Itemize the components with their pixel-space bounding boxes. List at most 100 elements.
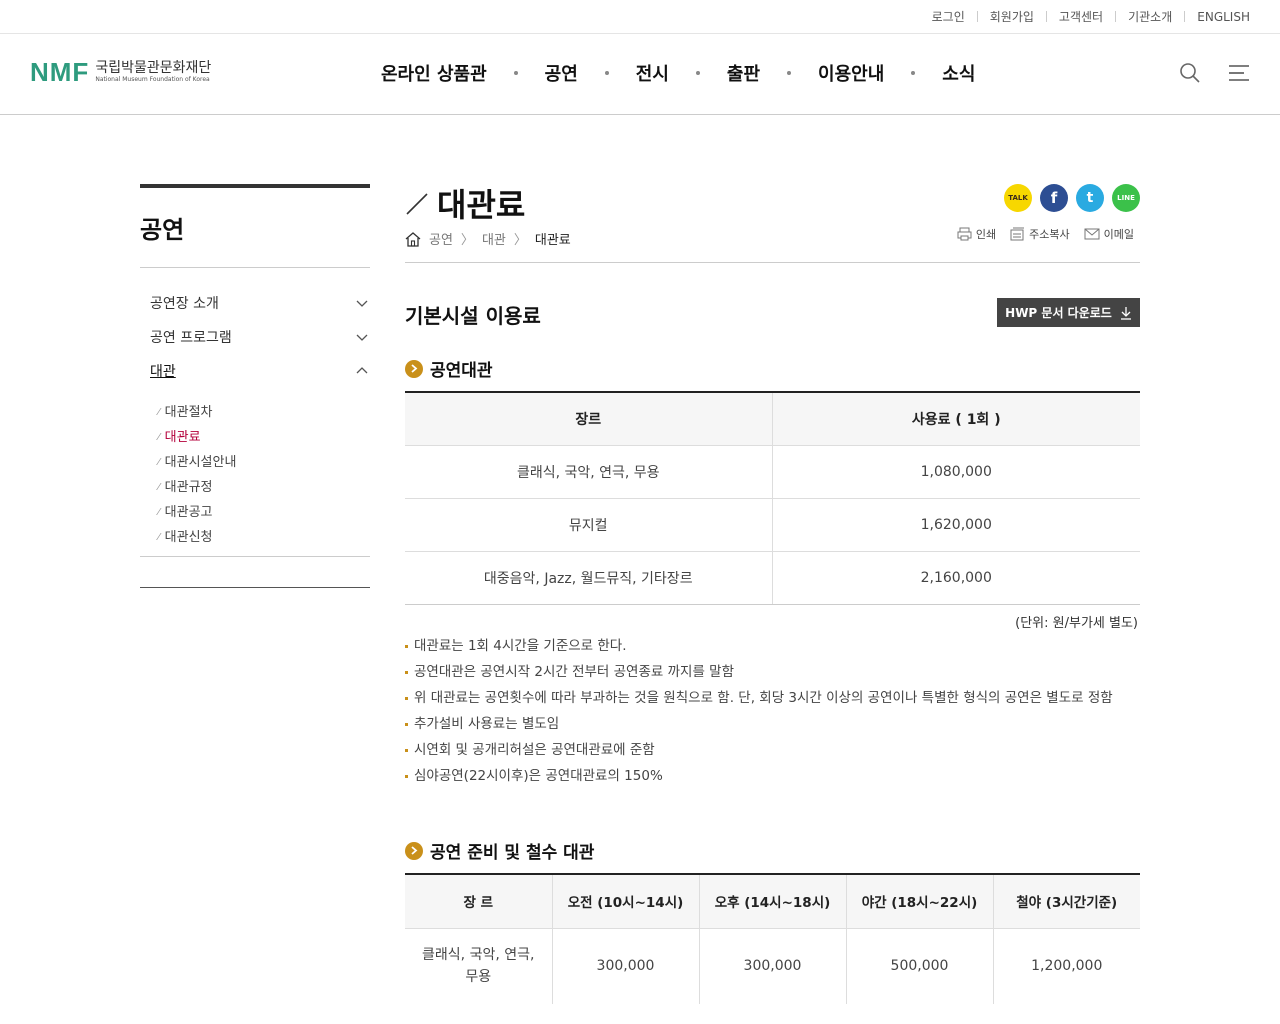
- print-button[interactable]: 인쇄: [957, 226, 996, 242]
- side-item-label: 공연장 소개: [150, 296, 219, 312]
- notes-list: 대관료는 1회 4시간을 기준으로 한다. 공연대관은 공연시작 2시간 전부터…: [405, 636, 1140, 792]
- hwp-download-label: HWP 문서 다운로드: [1005, 306, 1112, 320]
- search-icon[interactable]: [1179, 62, 1201, 84]
- sub-item-apply[interactable]: ⁄ 대관신청: [158, 525, 370, 550]
- nav-performance[interactable]: 공연: [545, 60, 578, 86]
- chevron-circle-icon: [405, 841, 423, 860]
- breadcrumb-current: 대관료: [534, 233, 571, 248]
- sub-item-label: 대관신청: [164, 529, 213, 545]
- slash-icon: ⁄: [158, 406, 160, 418]
- sub-item-fee[interactable]: ⁄ 대관료: [158, 425, 370, 450]
- sub-item-facility[interactable]: ⁄ 대관시설안내: [158, 450, 370, 475]
- download-icon: [1120, 306, 1131, 320]
- side-nav: 공연 공연장 소개 공연 프로그램 대관 ⁄ 대관절차 ⁄ 대관료 ⁄ 대관시설안내 …: [140, 184, 370, 588]
- chevron-circle-icon: [405, 359, 423, 378]
- sub-item-procedure[interactable]: ⁄ 대관절차: [158, 400, 370, 425]
- sub-item-label: 대관시설안내: [164, 454, 237, 470]
- sub-heading-label: 공연대관: [430, 361, 493, 381]
- line-icon[interactable]: LINE: [1112, 184, 1140, 212]
- side-item-venue[interactable]: 공연장 소개: [140, 292, 370, 326]
- kakaotalk-icon[interactable]: TALK: [1004, 184, 1032, 212]
- column-header: 야간 (18시~22시): [845, 874, 993, 928]
- side-item-rental[interactable]: 대관: [140, 360, 370, 394]
- slash-icon: ⁄: [158, 531, 160, 543]
- page-tools: 인쇄 주소복사 이메일: [943, 226, 1134, 242]
- slash-icon: ⁄: [158, 506, 160, 518]
- logo-korean: 국립박물관문화재단: [95, 59, 212, 76]
- english-link[interactable]: ENGLISH: [1197, 10, 1250, 24]
- breadcrumb: 공연 〉 대관 〉 대관료: [405, 229, 571, 248]
- print-icon: [957, 227, 972, 241]
- email-button[interactable]: 이메일: [1084, 226, 1134, 242]
- logo-english: National Museum Foundation of Korea: [95, 75, 210, 83]
- side-item-label: 공연 프로그램: [150, 330, 232, 346]
- copy-url-button[interactable]: 주소복사: [1010, 226, 1070, 242]
- nav-news[interactable]: 소식: [942, 60, 975, 86]
- unit-note: (단위: 원/부가세 별도): [1015, 616, 1138, 631]
- breadcrumb-rental[interactable]: 대관: [482, 229, 506, 248]
- logo-text: 국립박물관문화재단 National Museum Foundation of …: [95, 59, 212, 84]
- list-item: 위 대관료는 공연횟수에 따라 부과하는 것을 원칙으로 함. 단, 회당 3시…: [405, 688, 1140, 708]
- customer-center-link[interactable]: 고객센터: [1059, 8, 1103, 25]
- breadcrumb-performance[interactable]: 공연: [429, 229, 453, 248]
- twitter-icon[interactable]: t: [1076, 184, 1104, 212]
- slash-icon: ⁄: [158, 431, 160, 443]
- nav-guide[interactable]: 이용안내: [818, 60, 884, 86]
- list-item: 추가설비 사용료는 별도임: [405, 714, 1140, 734]
- table-row: 클래식, 국악, 연극, 무용 300,000 300,000 500,000 …: [405, 927, 1140, 1004]
- nav-exhibition[interactable]: 전시: [636, 60, 669, 86]
- side-item-label: 대관: [150, 364, 176, 380]
- column-header: 오전 (10시~14시): [551, 874, 699, 928]
- email-label: 이메일: [1103, 228, 1134, 241]
- table-cell: 1,620,000: [771, 497, 1140, 551]
- page-title-text: 대관료: [437, 186, 526, 224]
- divider: [1115, 11, 1117, 22]
- list-item: 심야공연(22시이후)은 공연대관료의 150%: [405, 766, 1140, 786]
- site-logo[interactable]: NMF 국립박물관문화재단 National Museum Foundation…: [30, 57, 212, 87]
- side-item-program[interactable]: 공연 프로그램: [140, 326, 370, 360]
- sub-heading-label: 공연 준비 및 철수 대관: [430, 843, 595, 863]
- table-header-row: 장 르 오전 (10시~14시) 오후 (14시~18시) 야간 (18시~22…: [405, 874, 1140, 928]
- table-cell: 500,000: [845, 927, 993, 1004]
- mail-icon: [1084, 228, 1100, 240]
- table-cell: 300,000: [551, 927, 699, 1004]
- rental-fee-table: 장르 사용료 ( 1회 ) 클래식, 국악, 연극, 무용 1,080,000 …: [405, 391, 1140, 605]
- table-cell: 클래식, 국악, 연극, 무용: [405, 927, 552, 1004]
- divider: [976, 11, 978, 22]
- copy-icon: [1010, 227, 1025, 241]
- side-nav-list: 공연장 소개 공연 프로그램 대관 ⁄ 대관절차 ⁄ 대관료 ⁄ 대관시설안내 ⁄ 대관…: [140, 268, 370, 562]
- table-cell: 대중음악, Jazz, 월드뮤직, 기타장르: [405, 550, 772, 605]
- hwp-download-button[interactable]: HWP 문서 다운로드: [997, 298, 1140, 327]
- side-nav-title: 공연: [140, 188, 370, 268]
- table-cell: 1,080,000: [771, 444, 1140, 498]
- sub-item-notice[interactable]: ⁄ 대관공고: [158, 500, 370, 525]
- section-title: 기본시설 이용료: [405, 304, 541, 328]
- menu-icon[interactable]: [1228, 64, 1250, 82]
- list-item: 공연대관은 공연시작 2시간 전부터 공연종료 까지를 말함: [405, 662, 1140, 682]
- nav-online-shop[interactable]: 온라인 상품관: [381, 60, 487, 86]
- column-header: 철야 (3시간기준): [992, 874, 1140, 928]
- list-item: 시연회 및 공개리허설은 공연대관료에 준함: [405, 740, 1140, 760]
- slash-icon: ⁄: [158, 481, 160, 493]
- home-icon[interactable]: [405, 231, 421, 247]
- login-link[interactable]: 로그인: [932, 8, 965, 25]
- sub-heading-prep: 공연 준비 및 철수 대관: [405, 838, 594, 863]
- signup-link[interactable]: 회원가입: [990, 8, 1034, 25]
- list-item: 대관료는 1회 4시간을 기준으로 한다.: [405, 636, 1140, 656]
- sub-item-rules[interactable]: ⁄ 대관규정: [158, 475, 370, 500]
- sub-item-label: 대관공고: [164, 504, 213, 520]
- table-cell: 클래식, 국악, 연극, 무용: [405, 444, 772, 498]
- about-link[interactable]: 기관소개: [1128, 8, 1172, 25]
- page-title: 대관료: [405, 180, 525, 226]
- divider: [1184, 11, 1186, 22]
- chevron-down-icon: [356, 334, 368, 341]
- table-row: 대중음악, Jazz, 월드뮤직, 기타장르 2,160,000: [405, 550, 1140, 605]
- sub-item-label: 대관절차: [164, 404, 213, 420]
- facebook-icon[interactable]: f: [1040, 184, 1068, 212]
- genre-label: 클래식, 국악, 연극, 무용: [422, 947, 535, 986]
- divider: [405, 262, 1140, 263]
- chevron-up-icon: [356, 367, 368, 374]
- column-header: 사용료 ( 1회 ): [771, 392, 1140, 445]
- logo-mark: NMF: [30, 57, 90, 87]
- nav-publication[interactable]: 출판: [727, 60, 760, 86]
